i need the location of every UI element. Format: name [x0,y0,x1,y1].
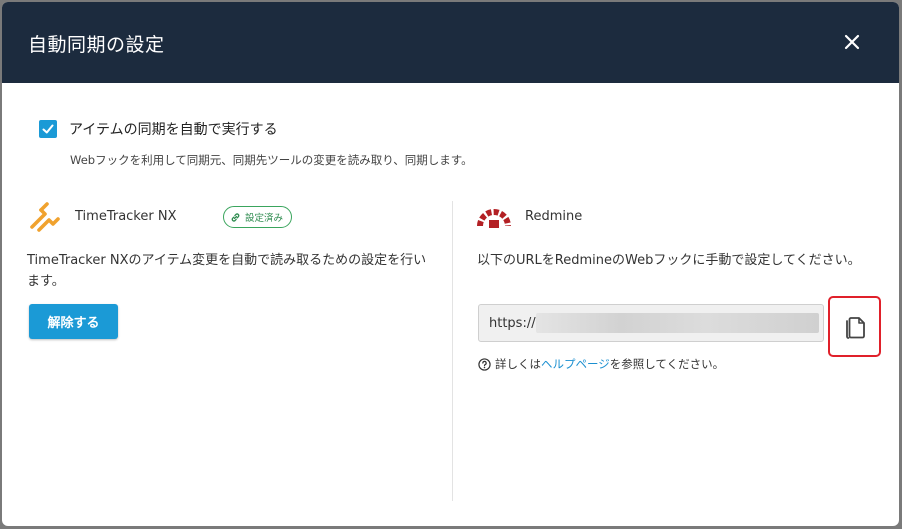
help-note: 詳しくは ヘルプページ を参照してください。 [478,356,724,372]
auto-sync-label[interactable]: アイテムの同期を自動で実行する [69,119,278,139]
help-suffix: を参照してください。 [609,357,725,371]
webhook-url-prefix: https:// [489,315,536,331]
copy-icon [845,316,865,339]
auto-sync-description: Webフックを利用して同期元、同期先ツールの変更を読み取り、同期します。 [70,153,473,167]
webhook-url-field[interactable]: https:// [478,304,824,342]
auto-sync-checkbox[interactable] [39,120,57,138]
redmine-logo-icon [477,209,511,228]
target-tool-name: Redmine [525,209,583,224]
help-page-link[interactable]: ヘルプページ [541,356,610,372]
copy-url-button[interactable] [828,296,881,357]
auto-sync-row: アイテムの同期を自動で実行する [39,119,278,139]
check-icon [42,124,54,134]
timetracker-logo-icon [30,202,60,232]
dialog-title: 自動同期の設定 [28,34,165,56]
release-button[interactable]: 解除する [29,304,118,339]
close-button[interactable] [837,27,867,57]
question-circle-icon [478,357,491,371]
webhook-url-redacted [536,313,819,333]
close-icon [844,34,860,50]
configured-badge: 設定済み [223,206,293,228]
help-prefix: 詳しくは [495,357,541,371]
column-divider [452,201,453,501]
target-description: 以下のURLをRedmineのWebフックに手動で設定してください。 [477,253,861,268]
auto-sync-settings-dialog: 自動同期の設定 アイテムの同期を自動で実行する Webフックを利用して同期元、同… [2,2,899,526]
source-tool-name: TimeTracker NX [75,209,177,224]
link-icon [231,212,240,222]
dialog-header: 自動同期の設定 [2,2,899,83]
configured-badge-label: 設定済み [245,213,284,224]
source-description: TimeTracker NXのアイテム変更を自動で読み取るための設定を行います。 [27,253,427,289]
